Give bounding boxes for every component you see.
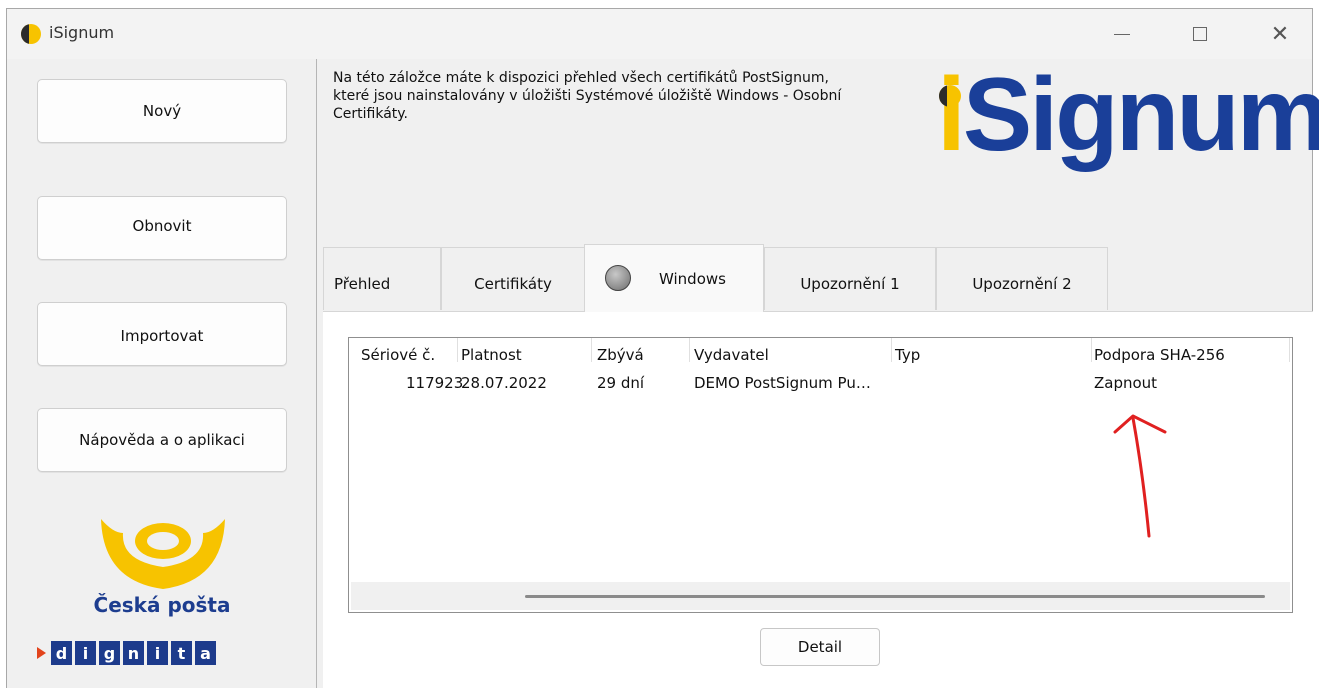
- horizontal-scrollbar[interactable]: [351, 582, 1290, 610]
- import-button[interactable]: Importovat: [37, 302, 287, 366]
- detail-button[interactable]: Detail: [760, 628, 880, 666]
- dignita-logo: d i g n i t a: [37, 641, 216, 665]
- column-header-sha256[interactable]: Podpora SHA-256: [1094, 346, 1225, 364]
- dignita-letter: n: [123, 641, 144, 665]
- minimize-icon: [1114, 33, 1130, 35]
- status-circle-icon: [605, 265, 631, 291]
- column-separator[interactable]: [891, 338, 892, 362]
- column-header-remaining[interactable]: Zbývá: [597, 346, 644, 364]
- close-button[interactable]: ✕: [1257, 17, 1303, 51]
- brand-i: i: [937, 57, 966, 173]
- tab-label: Upozornění 1: [800, 275, 900, 293]
- ceska-posta-logo-icon: [101, 519, 225, 589]
- brand-dot-icon: [939, 85, 961, 107]
- brand-rest: Signum: [962, 57, 1319, 173]
- dignita-letter: a: [195, 641, 216, 665]
- dignita-letter: i: [75, 641, 96, 665]
- dignita-letter: t: [171, 641, 192, 665]
- cell-serial[interactable]: 117923: [406, 374, 463, 392]
- maximize-button[interactable]: [1177, 17, 1223, 51]
- column-separator[interactable]: [689, 338, 690, 362]
- refresh-button[interactable]: Obnovit: [37, 196, 287, 260]
- minimize-button[interactable]: [1099, 17, 1145, 51]
- column-separator[interactable]: [457, 338, 458, 362]
- close-icon: ✕: [1270, 21, 1290, 47]
- help-about-button[interactable]: Nápověda a o aplikaci: [37, 408, 287, 472]
- tab-label: Přehled: [334, 275, 391, 293]
- column-header-validity[interactable]: Platnost: [461, 346, 522, 364]
- tab-windows[interactable]: Windows: [584, 244, 764, 312]
- tab-warning-2[interactable]: Upozornění 2: [936, 247, 1108, 310]
- dignita-letter: i: [147, 641, 168, 665]
- app-window: iSignum ✕ Nový Obnovit Importovat Nápově…: [6, 8, 1319, 688]
- tab-certificates[interactable]: Certifikáty: [441, 247, 585, 310]
- isignum-app-icon: [21, 24, 41, 44]
- tab-warning-1[interactable]: Upozornění 1: [764, 247, 936, 310]
- column-header-serial[interactable]: Sériové č.: [361, 346, 435, 364]
- dignita-letter: d: [51, 641, 72, 665]
- tab-overview[interactable]: Přehled: [323, 247, 441, 310]
- column-separator[interactable]: [1091, 338, 1092, 362]
- column-separator[interactable]: [1289, 338, 1290, 362]
- tab-label: Certifikáty: [474, 275, 552, 293]
- title-bar[interactable]: iSignum ✕: [7, 9, 1312, 59]
- cell-sha256-enable[interactable]: Zapnout: [1094, 374, 1157, 392]
- ceska-posta-name: Česká pošta: [93, 593, 231, 617]
- new-button[interactable]: Nový: [37, 79, 287, 143]
- column-header-issuer[interactable]: Vydavatel: [694, 346, 769, 364]
- cell-validity[interactable]: 28.07.2022: [461, 374, 547, 392]
- dignita-letter: g: [99, 641, 120, 665]
- column-header-type[interactable]: Typ: [895, 346, 920, 364]
- red-annotation-arrow-icon: [1113, 414, 1167, 538]
- isignum-brand-logo: iSignum: [937, 57, 1319, 191]
- window-title: iSignum: [49, 23, 115, 42]
- cell-issuer[interactable]: DEMO PostSignum Pu…: [694, 374, 871, 392]
- tab-description: Na této záložce máte k dispozici přehled…: [333, 70, 842, 122]
- dignita-arrow-icon: [37, 647, 46, 659]
- tab-label: Upozornění 2: [972, 275, 1072, 293]
- maximize-icon: [1193, 27, 1207, 41]
- sidebar: Nový Obnovit Importovat Nápověda a o apl…: [7, 59, 317, 688]
- cell-remaining[interactable]: 29 dní: [597, 374, 644, 392]
- column-separator[interactable]: [591, 338, 592, 362]
- scrollbar-thumb[interactable]: [525, 595, 1265, 598]
- tab-label: Windows: [659, 270, 726, 288]
